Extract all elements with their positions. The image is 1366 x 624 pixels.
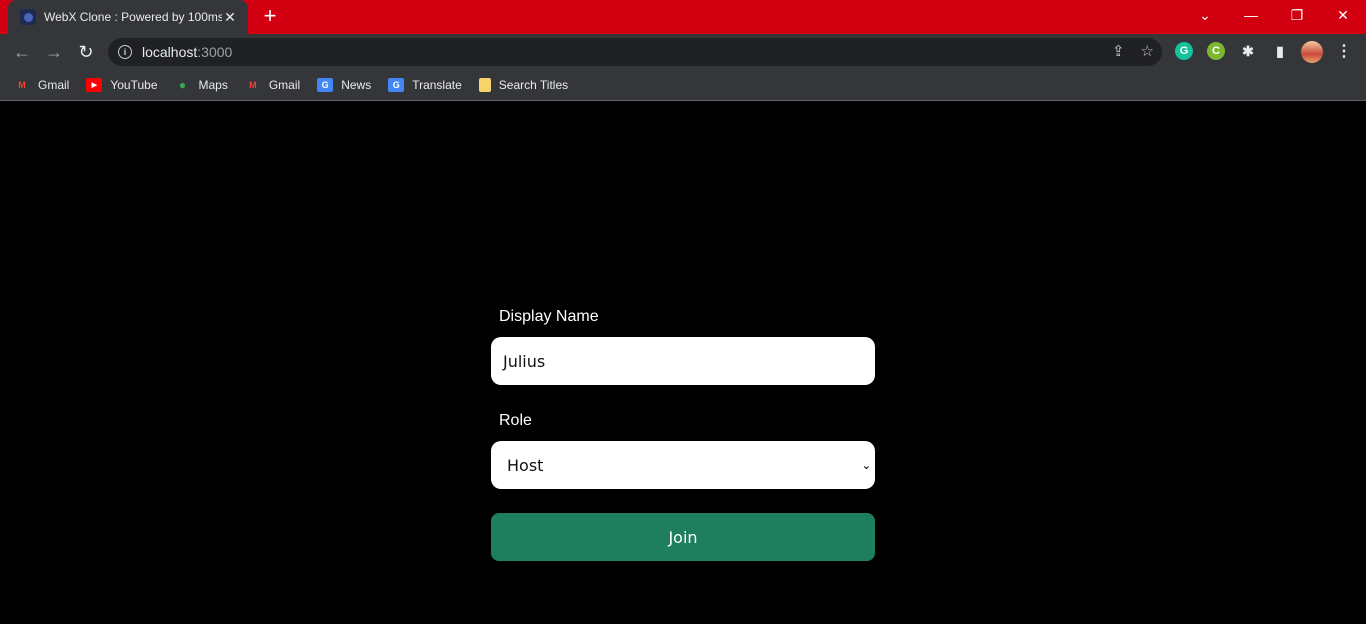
translate-icon: G [388,77,405,92]
webx-favicon-icon [20,9,36,25]
grammarly-icon[interactable]: G [1175,42,1193,60]
tab-search-icon[interactable]: ⌄ [1182,0,1228,30]
minimize-button[interactable]: — [1228,0,1274,30]
side-panel-icon[interactable]: ▮ [1271,42,1289,60]
bookmark-translate[interactable]: G Translate [388,77,462,92]
gmail-icon: M [18,79,26,90]
bookmark-label: Gmail [268,77,301,92]
gmail-icon: M [249,79,257,90]
reload-button[interactable]: ↻ [74,40,98,64]
url-port: :3000 [197,44,233,60]
url-host: localhost [142,44,198,60]
bookmark-label: Search Titles [498,77,569,92]
bookmark-search-titles[interactable]: Search Titles [478,77,569,92]
bookmark-label: YouTube [110,77,158,92]
browser-menu-icon[interactable]: ⋮ [1335,42,1353,60]
bookmark-maps[interactable]: ● Maps [175,78,228,92]
browser-toolbar: ← → ↻ i localhost :3000 ⇪ ☆ G C ✱ ▮ ⋮ [0,34,1366,69]
address-bar[interactable]: i localhost :3000 ⇪ ☆ [108,38,1162,66]
bookmark-gmail[interactable]: M Gmail [14,78,69,92]
bookmarks-bar: M Gmail ▶ YouTube ● Maps M Gmail G News … [0,69,1366,101]
browser-titlebar: WebX Clone : Powered by 100ms ✕ + ⌄ — ❐ … [0,0,1366,34]
new-tab-button[interactable]: + [258,5,282,27]
restore-button[interactable]: ❐ [1274,0,1320,30]
bookmark-news[interactable]: G News [317,77,372,92]
bookmark-label: Gmail [38,77,70,92]
news-icon: G [317,77,334,92]
tab-close-icon[interactable]: ✕ [222,9,238,26]
join-button[interactable]: Join [491,513,875,561]
chevron-down-icon: ⌄ [861,458,871,472]
role-select[interactable]: Host ⌄ [491,441,875,489]
bookmark-label: News [341,77,372,92]
folder-icon [478,77,491,92]
share-icon[interactable]: ⇪ [1112,42,1125,60]
extension-icon[interactable]: C [1207,42,1225,60]
youtube-icon: ▶ [86,77,103,92]
bookmark-label: Translate [412,77,462,92]
display-name-input[interactable]: Julius [491,337,875,385]
bookmark-label: Maps [198,77,228,92]
bookmark-gmail-2[interactable]: M Gmail [245,78,300,92]
role-selected-value: Host [507,455,544,475]
forward-button[interactable]: → [42,40,66,64]
extensions-puzzle-icon[interactable]: ✱ [1239,42,1257,60]
role-label: Role [499,412,532,429]
browser-tab[interactable]: WebX Clone : Powered by 100ms ✕ [8,0,248,34]
display-name-label: Display Name [499,308,599,325]
site-info-icon[interactable]: i [118,45,132,59]
bookmark-star-icon[interactable]: ☆ [1141,42,1154,60]
page-content: Display Name Julius Role Host ⌄ Join [0,102,1366,624]
back-button[interactable]: ← [10,40,34,64]
maps-icon: ● [178,77,187,92]
profile-avatar[interactable] [1301,41,1323,63]
join-form: Display Name Julius Role Host ⌄ Join [491,305,875,561]
close-window-button[interactable]: ✕ [1320,0,1366,30]
bookmark-youtube[interactable]: ▶ YouTube [86,77,158,92]
tab-title: WebX Clone : Powered by 100ms [44,10,222,24]
